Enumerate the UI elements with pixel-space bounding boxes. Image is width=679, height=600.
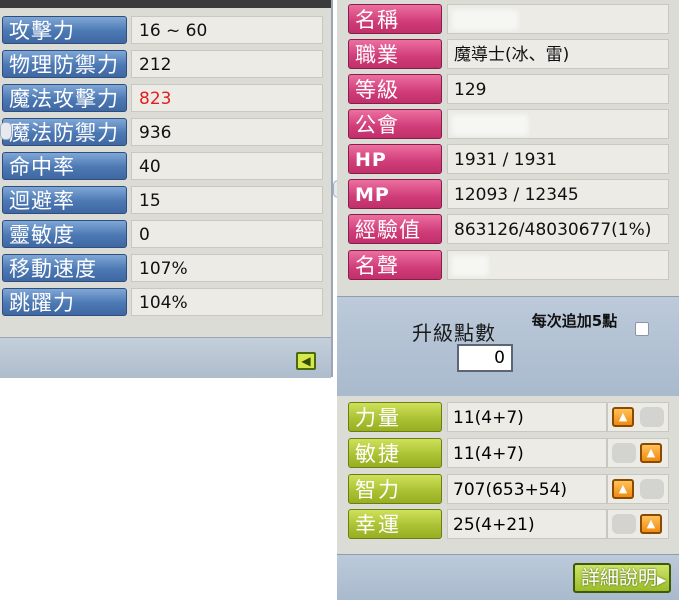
info-row-mp: MP 12093 / 12345 bbox=[337, 179, 677, 211]
stat-row-str: 力量 11(4+7) ▲ bbox=[337, 402, 677, 434]
arrow-up-icon: ▲ bbox=[646, 446, 656, 459]
stat-label: 幸運 bbox=[348, 509, 442, 539]
stat-row-luk: 幸運 25(4+21) ▲ bbox=[337, 509, 677, 541]
stat-label: 跳躍力 bbox=[2, 288, 127, 316]
stat-value: 15 bbox=[131, 186, 323, 214]
info-label: 等級 bbox=[348, 74, 442, 104]
increase-str-button[interactable]: ▲ bbox=[612, 407, 634, 427]
panel-footer bbox=[0, 337, 331, 378]
redacted-guild bbox=[452, 115, 528, 135]
empty-slot bbox=[612, 514, 636, 534]
stat-label: 移動速度 bbox=[2, 254, 127, 282]
info-value: 129 bbox=[447, 74, 669, 104]
info-row-level: 等級 129 bbox=[337, 74, 677, 106]
stat-value: 104% bbox=[131, 288, 323, 316]
info-row-fame: 名聲 bbox=[337, 250, 677, 282]
info-label: MP bbox=[348, 179, 442, 209]
info-label: 職業 bbox=[348, 39, 442, 69]
stat-row-avoidability: 迴避率 15 bbox=[0, 186, 330, 216]
info-row-name: 名稱 bbox=[337, 4, 677, 36]
stat-allocation-area: 力量 11(4+7) ▲ 敏捷 11(4+7) ▲ 智力 707(653+54)… bbox=[337, 396, 679, 554]
stat-label: 命中率 bbox=[2, 152, 127, 180]
stat-value: 40 bbox=[131, 152, 323, 180]
stat-row-int: 智力 707(653+54) ▲ bbox=[337, 474, 677, 506]
increase-int-button[interactable]: ▲ bbox=[612, 479, 634, 499]
info-label: 公會 bbox=[348, 109, 442, 139]
info-row-guild: 公會 bbox=[337, 109, 677, 141]
info-value bbox=[447, 109, 669, 139]
details-button-label: 詳細說明 bbox=[581, 567, 658, 589]
stat-row-speed: 移動速度 107% bbox=[0, 254, 330, 284]
stat-value: 212 bbox=[131, 50, 323, 78]
arrow-up-icon: ▲ bbox=[618, 482, 628, 495]
info-value: 12093 / 12345 bbox=[447, 179, 669, 209]
redacted-fame bbox=[452, 256, 488, 276]
info-label: 經驗值 bbox=[348, 214, 442, 244]
stat-label: 魔法防禦力 bbox=[2, 118, 127, 146]
stat-row-magic-attack: 魔法攻擊力 823 bbox=[0, 84, 330, 114]
stat-label: 力量 bbox=[348, 402, 442, 432]
stat-row-attack: 攻擊力 16 ~ 60 bbox=[0, 16, 330, 46]
ability-points-value: 0 bbox=[457, 344, 513, 372]
stat-label: 靈敏度 bbox=[2, 220, 127, 248]
arrow-up-icon: ▲ bbox=[646, 517, 656, 530]
info-value: 863126/48030677(1%) bbox=[447, 214, 669, 244]
stat-row-hands: 靈敏度 0 bbox=[0, 220, 330, 250]
info-row-job: 職業 魔導士(冰、雷) bbox=[337, 39, 677, 71]
stat-value: 0 bbox=[131, 220, 323, 248]
stat-label: 攻擊力 bbox=[2, 16, 127, 44]
ability-points-label: 升級點數 bbox=[412, 321, 496, 345]
info-value: 魔導士(冰、雷) bbox=[447, 39, 669, 69]
increase-dex-button[interactable]: ▲ bbox=[640, 443, 662, 463]
details-button[interactable]: 詳細說明▶ bbox=[573, 563, 671, 593]
empty-slot bbox=[640, 407, 664, 427]
arrow-right-icon: ▶ bbox=[657, 573, 667, 587]
empty-slot bbox=[612, 443, 636, 463]
collapse-button[interactable]: ◀ bbox=[296, 352, 316, 370]
stat-row-physical-defense: 物理防禦力 212 bbox=[0, 50, 330, 80]
auto-add-label: 每次追加5點 bbox=[531, 312, 618, 330]
stat-row-magic-defense: 魔法防禦力 936 bbox=[0, 118, 330, 148]
info-label: 名稱 bbox=[348, 4, 442, 34]
arrow-left-icon: ◀ bbox=[301, 354, 311, 368]
stat-value: 707(653+54) bbox=[447, 474, 607, 504]
info-value bbox=[447, 250, 669, 280]
character-info-panel: 名稱 職業 魔導士(冰、雷) 等級 129 公會 HP 1931 / 1931 … bbox=[337, 0, 679, 600]
increase-luk-button[interactable]: ▲ bbox=[640, 514, 662, 534]
ability-points-section: 升級點數 0 每次追加5點 bbox=[337, 296, 679, 397]
stat-label: 智力 bbox=[348, 474, 442, 504]
stat-label: 迴避率 bbox=[2, 186, 127, 214]
panel-top-border bbox=[0, 0, 331, 8]
info-label: HP bbox=[348, 144, 442, 174]
arrow-up-icon: ▲ bbox=[618, 410, 628, 423]
stat-value: 936 bbox=[131, 118, 323, 146]
stat-row-accuracy: 命中率 40 bbox=[0, 152, 330, 182]
stat-value: 25(4+21) bbox=[447, 509, 607, 539]
attack-defense-panel: 攻擊力 16 ~ 60 物理防禦力 212 魔法攻擊力 823 魔法防禦力 93… bbox=[0, 0, 333, 378]
info-value: 1931 / 1931 bbox=[447, 144, 669, 174]
stat-row-dex: 敏捷 11(4+7) ▲ bbox=[337, 438, 677, 470]
info-label: 名聲 bbox=[348, 250, 442, 280]
stat-value: 11(4+7) bbox=[447, 402, 607, 432]
empty-slot bbox=[640, 479, 664, 499]
scroll-handle-icon[interactable] bbox=[0, 122, 12, 140]
redacted-name bbox=[452, 10, 518, 30]
stat-value: 823 bbox=[131, 84, 323, 112]
auto-add-checkbox[interactable] bbox=[635, 322, 649, 336]
stat-label: 物理防禦力 bbox=[2, 50, 127, 78]
stat-value: 16 ~ 60 bbox=[131, 16, 323, 44]
info-row-hp: HP 1931 / 1931 bbox=[337, 144, 677, 176]
stat-label: 敏捷 bbox=[348, 438, 442, 468]
info-row-exp: 經驗值 863126/48030677(1%) bbox=[337, 214, 677, 246]
details-bar: 詳細說明▶ bbox=[337, 554, 679, 600]
stat-row-jump: 跳躍力 104% bbox=[0, 288, 330, 318]
stat-value: 11(4+7) bbox=[447, 438, 607, 468]
stat-label: 魔法攻擊力 bbox=[2, 84, 127, 112]
info-value bbox=[447, 4, 669, 34]
stat-value: 107% bbox=[131, 254, 323, 282]
